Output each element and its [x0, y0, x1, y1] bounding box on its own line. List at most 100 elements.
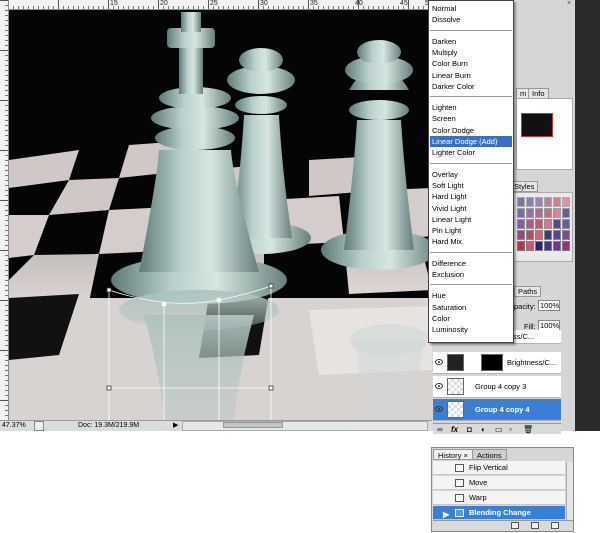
style-swatch[interactable] — [553, 197, 561, 207]
history-step-icon — [455, 494, 464, 502]
style-swatch[interactable] — [562, 241, 570, 251]
layer-style-fx-icon[interactable]: fx — [451, 424, 460, 434]
blend-mode-option[interactable]: Color — [430, 313, 512, 324]
blend-mode-option[interactable]: Vivid Light — [430, 203, 512, 214]
layer-mask-icon[interactable]: ◘ — [467, 424, 476, 434]
blend-mode-menu[interactable]: Normal Dissolve Darken Multiply Color Burn Li… — [428, 0, 514, 343]
blend-mode-option[interactable]: Saturation — [430, 302, 512, 313]
delete-layer-icon[interactable]: 🗑 — [523, 424, 533, 434]
tab-paths[interactable]: Paths — [514, 286, 542, 297]
delete-state-icon[interactable] — [551, 522, 559, 529]
image-canvas[interactable] — [9, 10, 432, 420]
history-item[interactable]: Warp — [433, 491, 565, 505]
style-swatch[interactable] — [526, 241, 534, 251]
style-swatch[interactable] — [526, 197, 534, 207]
layer-row[interactable]: Group 4 copy 3 — [433, 376, 561, 398]
style-swatch[interactable] — [553, 241, 561, 251]
style-swatch[interactable] — [535, 241, 543, 251]
blend-mode-option[interactable]: Luminosity — [430, 324, 512, 335]
blend-mode-option[interactable]: Hard Mix — [430, 236, 512, 247]
style-swatch[interactable] — [517, 219, 525, 229]
visibility-eye-icon[interactable] — [435, 359, 443, 365]
style-swatch[interactable] — [553, 219, 561, 229]
tab-styles[interactable]: Styles — [510, 181, 539, 192]
new-layer-icon[interactable]: ▫ — [509, 424, 518, 434]
blend-mode-option[interactable]: Exclusion — [430, 269, 512, 280]
adjustment-layer-icon[interactable]: ◐ — [481, 424, 490, 434]
ruler-tick — [0, 150, 8, 151]
close-icon[interactable]: × — [463, 451, 467, 460]
style-swatch[interactable] — [535, 219, 543, 229]
layer-thumbnail — [447, 378, 464, 395]
blend-mode-option[interactable]: Overlay — [430, 169, 512, 180]
blend-mode-option[interactable]: Color Dodge — [430, 125, 512, 136]
layer-row-selected[interactable]: Group 4 copy 4 — [433, 399, 561, 421]
style-swatch[interactable] — [517, 230, 525, 240]
navigator-icon[interactable] — [34, 421, 44, 431]
blend-mode-option[interactable]: Linear Dodge (Add) — [430, 136, 512, 147]
blend-mode-option[interactable]: Color Burn — [430, 58, 512, 69]
blend-mode-option[interactable]: Soft Light — [430, 180, 512, 191]
style-swatch[interactable] — [562, 208, 570, 218]
style-swatch[interactable] — [544, 219, 552, 229]
history-item-selected[interactable]: ▶ Blending Change — [433, 506, 565, 520]
tab-actions[interactable]: Actions — [472, 449, 507, 460]
blend-mode-option[interactable]: Screen — [430, 113, 512, 124]
blend-mode-option[interactable]: Normal — [430, 3, 512, 14]
visibility-eye-icon[interactable] — [435, 406, 443, 412]
new-group-icon[interactable]: ▭ — [495, 424, 504, 434]
style-swatch[interactable] — [544, 241, 552, 251]
history-item[interactable]: Flip Vertical — [433, 461, 565, 475]
style-swatch[interactable] — [562, 219, 570, 229]
style-swatch[interactable] — [535, 208, 543, 218]
close-icon[interactable]: × — [567, 0, 571, 7]
new-document-icon[interactable] — [511, 522, 519, 529]
history-scrollbar[interactable] — [566, 462, 573, 520]
navigator-preview[interactable] — [516, 98, 573, 170]
styles-swatches[interactable] — [510, 192, 573, 262]
layer-row[interactable]: Brightness/C... — [433, 352, 561, 374]
style-swatch[interactable] — [535, 230, 543, 240]
blend-mode-option[interactable]: Difference — [430, 258, 512, 269]
style-swatch[interactable] — [544, 197, 552, 207]
tab-history[interactable]: History × — [433, 449, 473, 460]
blend-mode-option[interactable]: Hard Light — [430, 191, 512, 202]
style-swatch[interactable] — [562, 197, 570, 207]
left-ruler[interactable] — [0, 0, 9, 420]
style-swatch[interactable] — [526, 219, 534, 229]
navigator-view-box[interactable] — [521, 113, 553, 137]
style-swatch[interactable] — [517, 208, 525, 218]
layer-mask-thumbnail[interactable] — [481, 354, 503, 371]
blend-mode-option[interactable]: Pin Light — [430, 225, 512, 236]
style-swatch[interactable] — [553, 230, 561, 240]
blend-mode-option[interactable]: Hue — [430, 290, 512, 301]
top-ruler[interactable]: 15 20 25 30 35 40 45 50 — [8, 0, 432, 10]
style-swatch[interactable] — [517, 197, 525, 207]
blend-mode-option[interactable]: Linear Burn — [430, 70, 512, 81]
status-menu-arrow-icon[interactable]: ▶ — [173, 421, 178, 431]
blend-mode-option[interactable]: Multiply — [430, 47, 512, 58]
opacity-input[interactable]: 100% — [538, 300, 560, 311]
blend-mode-option[interactable]: Dissolve — [430, 14, 512, 25]
history-item[interactable]: Move — [433, 476, 565, 490]
style-swatch[interactable] — [544, 230, 552, 240]
blend-mode-option[interactable]: Darken — [430, 36, 512, 47]
menu-separator — [430, 162, 512, 164]
blend-mode-option[interactable]: Linear Light — [430, 214, 512, 225]
style-swatch[interactable] — [553, 208, 561, 218]
style-swatch[interactable] — [526, 208, 534, 218]
link-layers-icon[interactable]: ∞ — [437, 424, 446, 434]
zoom-level[interactable]: 47.37% — [2, 421, 32, 431]
blend-mode-option[interactable]: Lighten — [430, 102, 512, 113]
style-swatch[interactable] — [517, 241, 525, 251]
snapshot-icon[interactable] — [531, 522, 539, 529]
style-swatch[interactable] — [526, 230, 534, 240]
blend-mode-option[interactable]: Darker Color — [430, 81, 512, 92]
style-swatch[interactable] — [562, 230, 570, 240]
style-swatch[interactable] — [535, 197, 543, 207]
scrollbar-thumb[interactable] — [223, 422, 283, 428]
blend-mode-option[interactable]: Lighter Color — [430, 147, 512, 158]
horizontal-scrollbar[interactable] — [182, 421, 428, 431]
style-swatch[interactable] — [544, 208, 552, 218]
visibility-eye-icon[interactable] — [435, 383, 443, 389]
